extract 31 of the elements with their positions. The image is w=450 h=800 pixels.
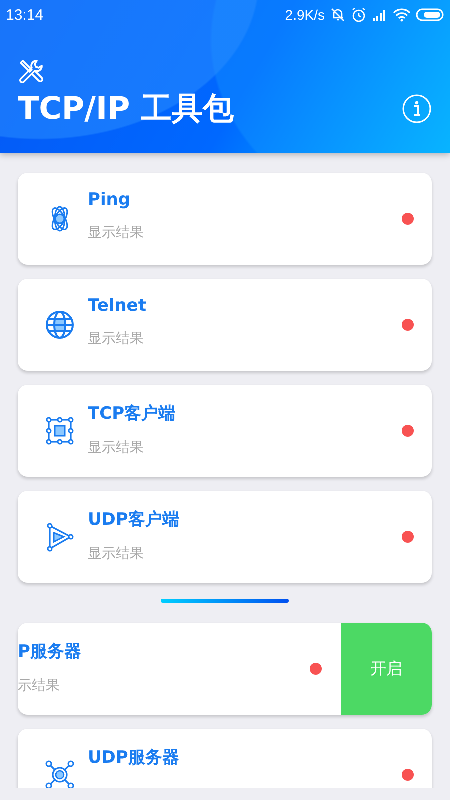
battery-icon bbox=[416, 8, 444, 22]
triangle-nodes-icon bbox=[45, 522, 75, 552]
tools-icon bbox=[18, 58, 46, 86]
tool-title: P服务器 bbox=[18, 641, 82, 663]
globe-icon bbox=[45, 310, 75, 340]
tool-status: 显示结果 bbox=[88, 224, 145, 242]
alarm-icon bbox=[351, 7, 367, 23]
signal-icon bbox=[372, 8, 388, 22]
tool-title: UDP服务器 bbox=[88, 747, 180, 769]
info-icon[interactable] bbox=[402, 94, 432, 124]
tool-status: 示结果 bbox=[18, 677, 61, 695]
tool-title: UDP客户端 bbox=[88, 509, 180, 531]
tool-card[interactable]: P服务器 示结果 开启 bbox=[18, 623, 432, 715]
tool-status: 显示结果 bbox=[88, 545, 145, 563]
tool-card[interactable]: UDP服务器 bbox=[18, 729, 432, 788]
tool-card[interactable]: Telnet 显示结果 bbox=[18, 279, 432, 371]
status-time: 13:14 bbox=[6, 6, 44, 24]
tool-card[interactable]: TCP客户端 显示结果 bbox=[18, 385, 432, 477]
tool-status: 显示结果 bbox=[88, 439, 145, 457]
hub-icon bbox=[45, 760, 75, 788]
network-speed: 2.9K/s bbox=[285, 7, 325, 23]
tool-title: Telnet bbox=[88, 296, 148, 316]
tool-title: TCP客户端 bbox=[88, 403, 177, 425]
tool-title: Ping bbox=[88, 190, 132, 210]
selection-frame-icon bbox=[45, 416, 75, 446]
bell-off-icon bbox=[330, 7, 346, 23]
app-title: TCP/IP 工具包 bbox=[18, 90, 234, 129]
tool-status: 显示结果 bbox=[88, 330, 145, 348]
wifi-icon bbox=[393, 8, 411, 22]
tool-card[interactable]: Ping 显示结果 bbox=[18, 173, 432, 265]
tool-card[interactable]: UDP客户端 显示结果 bbox=[18, 491, 432, 583]
